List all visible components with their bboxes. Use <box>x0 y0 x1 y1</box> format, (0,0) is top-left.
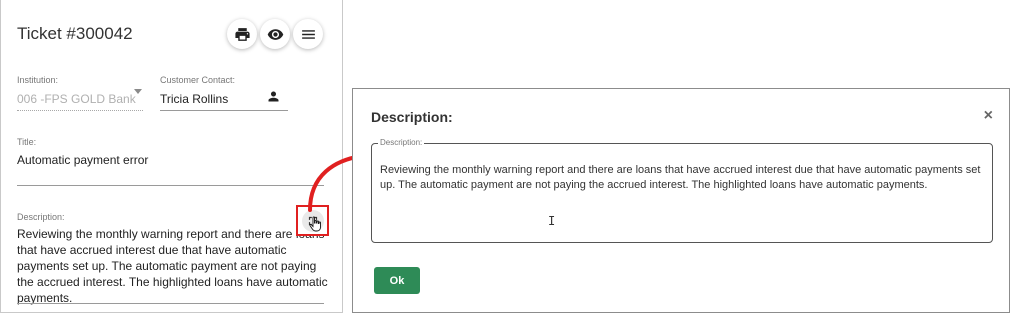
title-field[interactable]: Automatic payment error <box>17 153 148 167</box>
menu-icon <box>301 29 315 39</box>
print-icon <box>234 27 250 41</box>
title-underline <box>17 185 324 186</box>
chevron-down-icon <box>134 89 142 94</box>
ticket-panel: Ticket #300042 Institution: 006 -FPS GOL… <box>0 0 343 313</box>
title-label: Title: <box>17 137 37 147</box>
view-button[interactable] <box>260 19 290 49</box>
eye-icon <box>267 28 283 40</box>
customer-contact-field[interactable]: Tricia Rollins <box>160 92 228 106</box>
description-field-label: Description: <box>378 138 425 147</box>
institution-select[interactable]: 006 -FPS GOLD Bank <box>17 92 136 106</box>
institution-underline <box>17 110 143 111</box>
print-button[interactable] <box>227 19 257 49</box>
description-underline <box>17 303 324 304</box>
description-field[interactable]: Reviewing the monthly warning report and… <box>17 226 329 306</box>
person-icon[interactable] <box>266 89 281 104</box>
description-textarea[interactable]: Description: Reviewing the monthly warni… <box>371 138 993 243</box>
text-cursor-icon: I <box>548 214 556 228</box>
description-label: Description: <box>17 212 65 222</box>
institution-label: Institution: <box>17 75 59 85</box>
description-text: Reviewing the monthly warning report and… <box>380 164 981 191</box>
description-modal: Description: × Description: Reviewing th… <box>352 88 1010 313</box>
close-button[interactable]: × <box>984 107 993 125</box>
menu-button[interactable] <box>293 19 323 49</box>
modal-title: Description: <box>371 109 453 125</box>
customer-contact-underline <box>160 110 288 111</box>
ok-button[interactable]: Ok <box>374 267 420 294</box>
customer-contact-label: Customer Contact: <box>160 75 236 85</box>
ticket-title: Ticket #300042 <box>17 24 133 43</box>
